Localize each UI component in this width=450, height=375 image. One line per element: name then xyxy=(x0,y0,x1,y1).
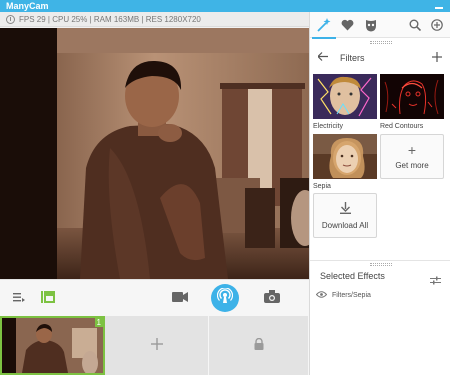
app-title: ManyCam xyxy=(6,1,49,11)
eye-icon[interactable] xyxy=(315,291,328,300)
info-icon[interactable] xyxy=(6,14,15,24)
panel-divider xyxy=(310,260,450,261)
broadcast-button[interactable] xyxy=(211,284,239,312)
get-more-button[interactable]: + Get more xyxy=(380,134,444,179)
magic-wand-tab-icon[interactable] xyxy=(312,16,336,39)
search-icon[interactable] xyxy=(406,16,424,34)
selected-effects-title: Selected Effects xyxy=(320,271,385,281)
status-bar: FPS 29 | CPU 25% | RAM 163MB | RES 1280X… xyxy=(0,12,309,27)
adjust-sliders-icon[interactable] xyxy=(430,272,441,290)
picture-in-picture-icon[interactable] xyxy=(41,290,55,308)
red-contours-preview xyxy=(380,74,444,119)
sepia-preview xyxy=(313,134,377,179)
mask-tab-icon[interactable] xyxy=(362,16,380,34)
video-preview[interactable] xyxy=(0,28,309,279)
filter-label-sepia: Sepia xyxy=(313,183,331,190)
broadcast-icon xyxy=(216,286,234,309)
plus-icon: + xyxy=(407,142,417,158)
download-all-label: Download All xyxy=(321,220,369,230)
filter-label-red-contours: Red Contours xyxy=(380,123,424,130)
add-scene-button[interactable] xyxy=(105,316,209,375)
heart-tab-icon[interactable] xyxy=(338,16,356,34)
plus-icon xyxy=(150,337,163,355)
snapshot-camera-icon[interactable] xyxy=(264,290,280,308)
effects-panel: Filters Electricity Red Contours Sepia +… xyxy=(309,12,450,375)
title-bar: ManyCam xyxy=(0,0,450,12)
scene-thumbnail-1[interactable]: 1 xyxy=(0,316,105,375)
filter-label-electricity: Electricity xyxy=(313,123,343,130)
scene-thumbnails: 1 xyxy=(0,316,309,375)
download-icon xyxy=(339,201,351,216)
active-scene-badge: 1 xyxy=(94,318,103,327)
selected-effect-label: Filters/Sepia xyxy=(332,292,371,299)
get-more-label: Get more xyxy=(395,161,429,170)
list-settings-icon[interactable] xyxy=(13,290,25,308)
filter-tile-red-contours[interactable] xyxy=(380,74,444,119)
filters-title: Filters xyxy=(340,53,365,63)
lock-icon xyxy=(254,337,264,355)
manycam-window: ManyCam FPS 29 | CPU 25% | RAM 163MB | R… xyxy=(0,0,450,375)
status-text: FPS 29 | CPU 25% | RAM 163MB | RES 1280X… xyxy=(19,14,201,24)
locked-scene-slot[interactable] xyxy=(209,316,309,375)
electricity-preview xyxy=(313,74,377,119)
camera-image xyxy=(0,28,309,279)
add-filter-icon[interactable] xyxy=(432,52,442,64)
preview-toolbar xyxy=(0,279,309,316)
back-arrow-icon[interactable] xyxy=(317,52,328,63)
download-all-button[interactable]: Download All xyxy=(313,193,377,238)
filter-tile-sepia[interactable] xyxy=(313,134,377,179)
scene-preview-image xyxy=(2,318,103,373)
add-circle-icon[interactable] xyxy=(428,16,446,34)
section-resize-grip[interactable] xyxy=(370,263,392,266)
filter-tile-electricity[interactable] xyxy=(313,74,377,119)
video-camera-icon[interactable] xyxy=(172,290,188,308)
minimize-button[interactable] xyxy=(434,0,444,12)
panel-resize-grip[interactable] xyxy=(370,41,392,44)
panel-tabs xyxy=(310,12,450,39)
selected-effect-item[interactable]: Filters/Sepia xyxy=(315,291,371,300)
filters-header: Filters xyxy=(310,50,450,66)
